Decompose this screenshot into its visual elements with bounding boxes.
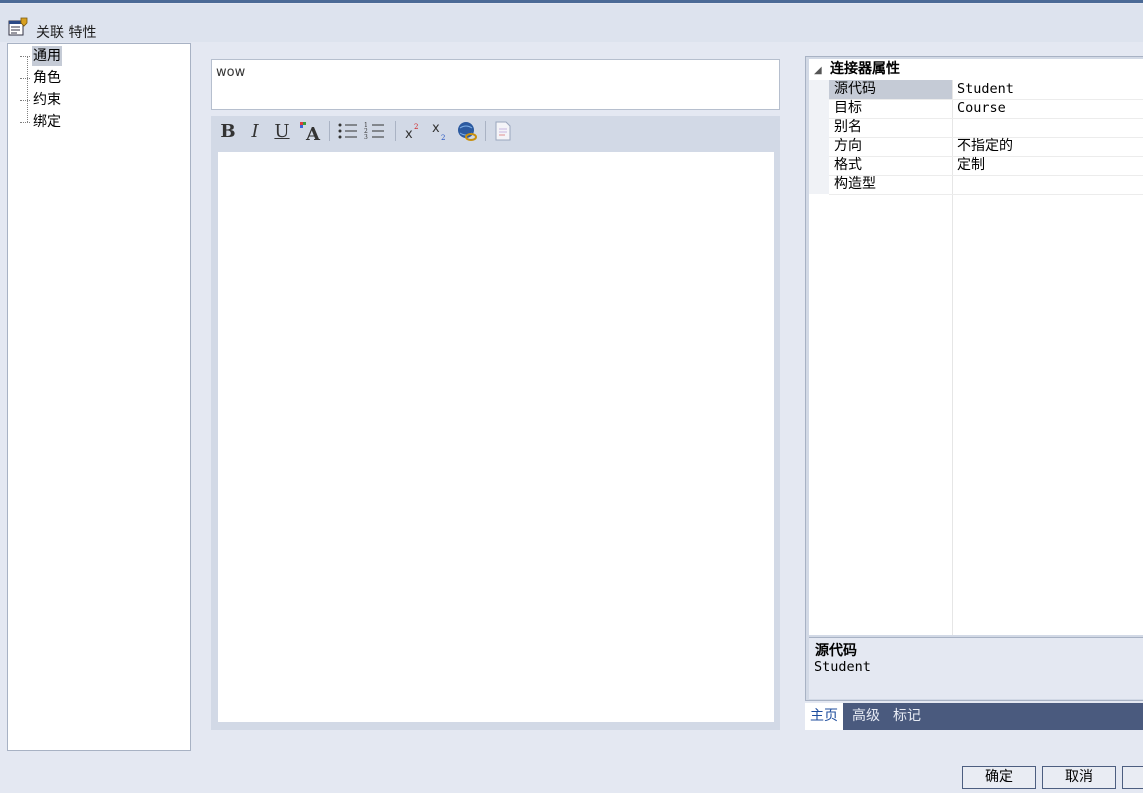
- svg-text:2: 2: [441, 134, 445, 142]
- tree-branch-line: [20, 100, 30, 101]
- font-color-icon[interactable]: A: [298, 119, 322, 143]
- subscript-icon[interactable]: x2: [428, 119, 452, 143]
- property-row-target[interactable]: 目标 Course: [829, 99, 1143, 119]
- property-value[interactable]: 不指定的: [957, 137, 1013, 156]
- property-key: 目标: [834, 100, 862, 116]
- numbered-list-icon[interactable]: 123: [363, 119, 387, 143]
- window-top-border: [0, 0, 1143, 3]
- category-label: 连接器属性: [830, 61, 900, 77]
- property-category-header[interactable]: ◢ 连接器属性: [814, 60, 900, 79]
- svg-text:x: x: [405, 127, 413, 142]
- notes-editor[interactable]: [218, 152, 774, 722]
- property-grid-margin: [809, 80, 829, 194]
- title-bar: 关联 特性: [0, 4, 1143, 42]
- tree-item-general[interactable]: 通用: [32, 46, 62, 66]
- cancel-button[interactable]: 取消: [1042, 766, 1116, 789]
- tab-tags[interactable]: 标记: [888, 703, 926, 730]
- ok-button[interactable]: 确定: [962, 766, 1036, 789]
- svg-text:3: 3: [364, 134, 368, 141]
- formatting-toolbar: B I U A 123 x2 x2: [211, 116, 780, 146]
- window-title: 关联 特性: [36, 25, 97, 41]
- linked-document-icon[interactable]: [491, 119, 515, 143]
- property-row-stereotype[interactable]: 构造型: [829, 175, 1143, 195]
- svg-text:x: x: [432, 121, 440, 136]
- tree-item-roles[interactable]: 角色: [32, 68, 62, 88]
- tab-advanced[interactable]: 高级: [847, 703, 885, 730]
- property-row-alias[interactable]: 别名: [829, 118, 1143, 138]
- property-row-style[interactable]: 格式 定制: [829, 156, 1143, 176]
- hyperlink-icon[interactable]: [455, 119, 479, 143]
- bullet-list-icon[interactable]: [336, 119, 360, 143]
- tree-branch-line: [20, 122, 30, 123]
- bold-icon[interactable]: B: [216, 119, 240, 143]
- name-field[interactable]: wow: [211, 59, 780, 110]
- property-key: 别名: [834, 119, 862, 135]
- property-row-source[interactable]: 源代码 Student: [829, 80, 1143, 100]
- superscript-icon[interactable]: x2: [401, 119, 425, 143]
- svg-text:2: 2: [414, 123, 418, 131]
- properties-tab-bar: 主页 高级 标记: [805, 703, 1143, 730]
- svg-text:A: A: [305, 124, 321, 143]
- tree-item-constraints[interactable]: 约束: [32, 90, 62, 110]
- help-button[interactable]: [1122, 766, 1143, 789]
- tree-branch-line: [20, 78, 30, 79]
- underline-icon[interactable]: U: [270, 119, 294, 143]
- toolbar-separator: [395, 121, 396, 141]
- tree-branch-line: [20, 56, 30, 57]
- property-row-direction[interactable]: 方向 不指定的: [829, 137, 1143, 157]
- property-key: 格式: [834, 157, 862, 173]
- toolbar-separator: [329, 121, 330, 141]
- properties-window-icon: [8, 17, 28, 36]
- collapse-triangle-icon[interactable]: ◢: [814, 61, 830, 80]
- tree-item-bindings[interactable]: 绑定: [32, 112, 62, 132]
- property-key: 方向: [834, 138, 862, 154]
- toolbar-separator: [485, 121, 486, 141]
- property-key: 源代码: [834, 81, 876, 97]
- description-text: Student: [814, 659, 871, 675]
- property-value[interactable]: 定制: [957, 156, 985, 175]
- property-value[interactable]: Student: [957, 80, 1014, 99]
- property-value[interactable]: Course: [957, 99, 1006, 118]
- italic-icon[interactable]: I: [243, 119, 267, 143]
- tree-connector-line: [27, 56, 28, 122]
- tab-main[interactable]: 主页: [805, 703, 843, 730]
- property-description-pane: 源代码 Student: [809, 637, 1143, 699]
- description-title: 源代码: [815, 643, 857, 659]
- navigation-tree: 通用 角色 约束 绑定: [7, 43, 191, 751]
- property-key: 构造型: [834, 176, 876, 192]
